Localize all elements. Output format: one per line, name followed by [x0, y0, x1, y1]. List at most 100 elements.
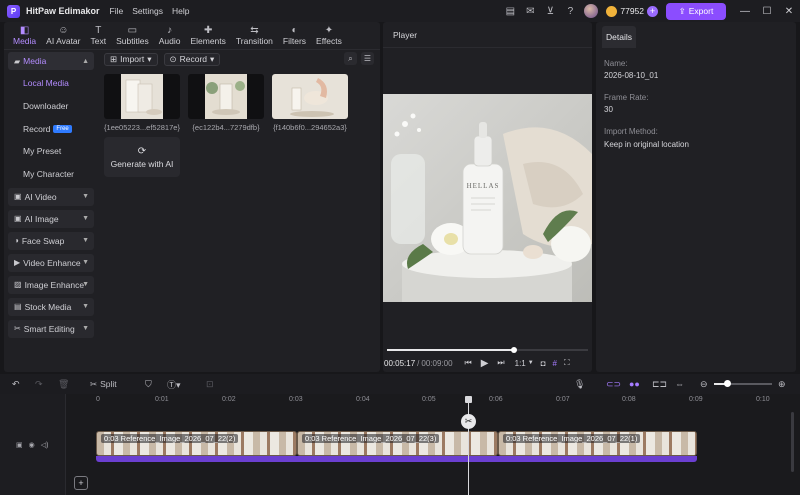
- tab-elements[interactable]: ✚ Elements: [185, 22, 230, 49]
- sidebar-item-image-enhance[interactable]: ▨ Image Enhance ▼: [8, 275, 94, 294]
- sidebar-item-record[interactable]: Record Free: [8, 120, 94, 138]
- media-item-name: {1ee05223...ef52817e}: [104, 123, 180, 132]
- add-credits-button[interactable]: +: [647, 5, 658, 17]
- grid-icon[interactable]: #: [553, 359, 557, 368]
- previous-frame-icon[interactable]: ⏮: [465, 358, 472, 368]
- shield-icon[interactable]: ⛉: [145, 378, 152, 390]
- user-avatar[interactable]: [584, 4, 599, 18]
- progress-knob[interactable]: [510, 347, 517, 353]
- crop-icon[interactable]: ⊡: [206, 378, 214, 390]
- generate-with-ai-label: Generate with AI: [110, 158, 174, 169]
- title-bar-actions: ▤ ✉ ⊻ ? 77952 + ⇪ Export — ☐ ✕: [500, 0, 800, 22]
- tab-audio[interactable]: ♪ Audio: [154, 22, 186, 49]
- chevron-down-icon: ▼: [82, 281, 89, 289]
- aspect-ratio-select[interactable]: 1:1: [515, 359, 526, 368]
- app-title: HitPaw Edimakor: [26, 6, 100, 16]
- snapshot-icon[interactable]: ◘: [541, 359, 546, 368]
- tab-filters[interactable]: ◐ Filters: [278, 22, 311, 49]
- help-icon[interactable]: ?: [563, 4, 577, 18]
- sidebar-item-ai-video[interactable]: ▣ AI Video ▼: [8, 187, 94, 206]
- sidebar-item-ai-image[interactable]: ▣ AI Image ▼: [8, 209, 94, 228]
- sidebar-item-downloader[interactable]: Downloader: [8, 97, 94, 115]
- snap-icon[interactable]: ●●: [629, 378, 640, 390]
- sidebar-item-face-swap[interactable]: ◑ Face Swap ▼: [8, 231, 94, 250]
- bottle-brand-text: HELLAS: [467, 182, 500, 190]
- play-icon[interactable]: ▶: [481, 358, 489, 369]
- eye-icon[interactable]: ◉: [29, 441, 35, 449]
- maximize-icon[interactable]: ☐: [756, 6, 778, 17]
- media-item[interactable]: {ec122b4...7279dfb}: [188, 74, 264, 132]
- sidebar-item-video-enhance[interactable]: ▶ Video Enhance ▼: [8, 253, 94, 272]
- tab-text[interactable]: T Text: [86, 22, 112, 49]
- scissors-icon[interactable]: ✂: [461, 414, 476, 429]
- sidebar-item-my-character[interactable]: My Character: [8, 165, 94, 183]
- ai-video-icon: ▣: [14, 192, 22, 202]
- details-panel: Details Name: 2026-08-10_01 Frame Rate: …: [596, 22, 796, 372]
- chevron-down-icon: ▼: [82, 215, 89, 223]
- list-view-icon[interactable]: ☰: [361, 52, 374, 65]
- sidebar-item-stock-media[interactable]: ▤ Stock Media ▼: [8, 297, 94, 316]
- sidebar-item-my-preset[interactable]: My Preset: [8, 142, 94, 160]
- zoom-out-icon[interactable]: ⊖: [700, 378, 708, 390]
- sidebar-item-local-media[interactable]: Local Media: [8, 74, 94, 92]
- ai-image-icon: ▣: [14, 214, 22, 224]
- link-icon[interactable]: ⊂⊃: [606, 378, 621, 390]
- text-tool-icon[interactable]: Ⓣ▾: [167, 378, 181, 390]
- media-item[interactable]: {1ee05223...ef52817e}: [104, 74, 180, 132]
- track-lock-icon[interactable]: ▣: [16, 441, 23, 449]
- timeline-clip[interactable]: 0:03 Reference_Image_2026_07_22(1): [498, 431, 697, 456]
- close-icon[interactable]: ✕: [778, 6, 800, 17]
- sidebar-item-media[interactable]: ▰ Media ▲: [8, 52, 94, 70]
- speaker-icon[interactable]: ◁): [41, 441, 49, 449]
- tab-effects[interactable]: ✦ Effects: [311, 22, 347, 49]
- sidebar-item-smart-editing[interactable]: ✂ Smart Editing ▼: [8, 319, 94, 338]
- chevron-up-icon: ▲: [82, 57, 89, 65]
- zoom-in-icon[interactable]: ⊕: [778, 378, 786, 390]
- menu-help[interactable]: Help: [172, 6, 189, 16]
- import-button[interactable]: ⊞ Import ▾: [104, 52, 158, 66]
- video-preview[interactable]: HELLAS: [383, 94, 592, 302]
- media-sidebar: ▰ Media ▲ Local Media Downloader Record …: [8, 52, 94, 342]
- zoom-knob[interactable]: [724, 380, 731, 387]
- import-method-label: Import Method:: [604, 127, 658, 136]
- fullscreen-icon[interactable]: ⛶: [564, 358, 570, 368]
- record-button[interactable]: ⊙ Record ▾: [163, 52, 221, 66]
- time-ruler[interactable]: 0 0:01 0:02 0:03 0:04 0:05 0:06 0:07 0:0…: [96, 394, 800, 406]
- download-icon[interactable]: ⊻: [543, 4, 557, 18]
- layout-icon[interactable]: ▤: [503, 4, 517, 18]
- redo-icon[interactable]: ↷: [35, 378, 43, 390]
- undo-icon[interactable]: ↶: [12, 378, 20, 390]
- media-item[interactable]: {f140b6f0...294652a3}: [272, 74, 348, 132]
- timeline-scrollbar[interactable]: [791, 412, 794, 472]
- generate-with-ai-button[interactable]: ⟳ Generate with AI: [104, 137, 180, 177]
- tab-ai-avatar[interactable]: ☺ AI Avatar: [41, 22, 85, 49]
- tick-label: 0:07: [556, 396, 570, 403]
- transition-icon: ⇆: [250, 25, 259, 36]
- microphone-icon[interactable]: 🎙: [574, 378, 585, 390]
- split-button[interactable]: ✂ Split: [90, 378, 117, 390]
- tab-details[interactable]: Details: [602, 26, 636, 48]
- sidebar-item-label: AI Video: [24, 191, 57, 202]
- feedback-icon[interactable]: ✉: [523, 4, 537, 18]
- menu-settings[interactable]: Settings: [132, 6, 163, 16]
- timeline-clip[interactable]: 0:03 Reference_Image_2026_07_22(2): [96, 431, 297, 456]
- export-button[interactable]: ⇪ Export: [666, 2, 726, 20]
- fit-icon[interactable]: ⊏⊐: [652, 378, 667, 390]
- tab-media[interactable]: ◧ Media: [8, 22, 41, 49]
- tab-subtitles[interactable]: ▭ Subtitles: [111, 22, 154, 49]
- sidebar-item-label: AI Image: [24, 213, 59, 224]
- playback-progress[interactable]: [387, 347, 588, 353]
- delete-icon[interactable]: 🗑: [58, 378, 69, 390]
- add-track-button[interactable]: +: [74, 476, 88, 490]
- menu-file[interactable]: File: [110, 6, 124, 16]
- zoom-slider[interactable]: [714, 380, 772, 387]
- expand-icon[interactable]: ⇔: [675, 378, 684, 390]
- minimize-icon[interactable]: —: [734, 6, 756, 17]
- record-label: Record: [179, 54, 208, 64]
- media-content: ⊞ Import ▾ ⊙ Record ▾ ⌕ ☰ {1ee05223...ef5281…: [100, 52, 376, 370]
- import-label: Import: [120, 54, 145, 64]
- next-frame-icon[interactable]: ⏭: [497, 358, 504, 368]
- search-icon[interactable]: ⌕: [344, 52, 357, 65]
- playhead-handle[interactable]: [465, 396, 472, 403]
- tab-transition[interactable]: ⇆ Transition: [231, 22, 278, 49]
